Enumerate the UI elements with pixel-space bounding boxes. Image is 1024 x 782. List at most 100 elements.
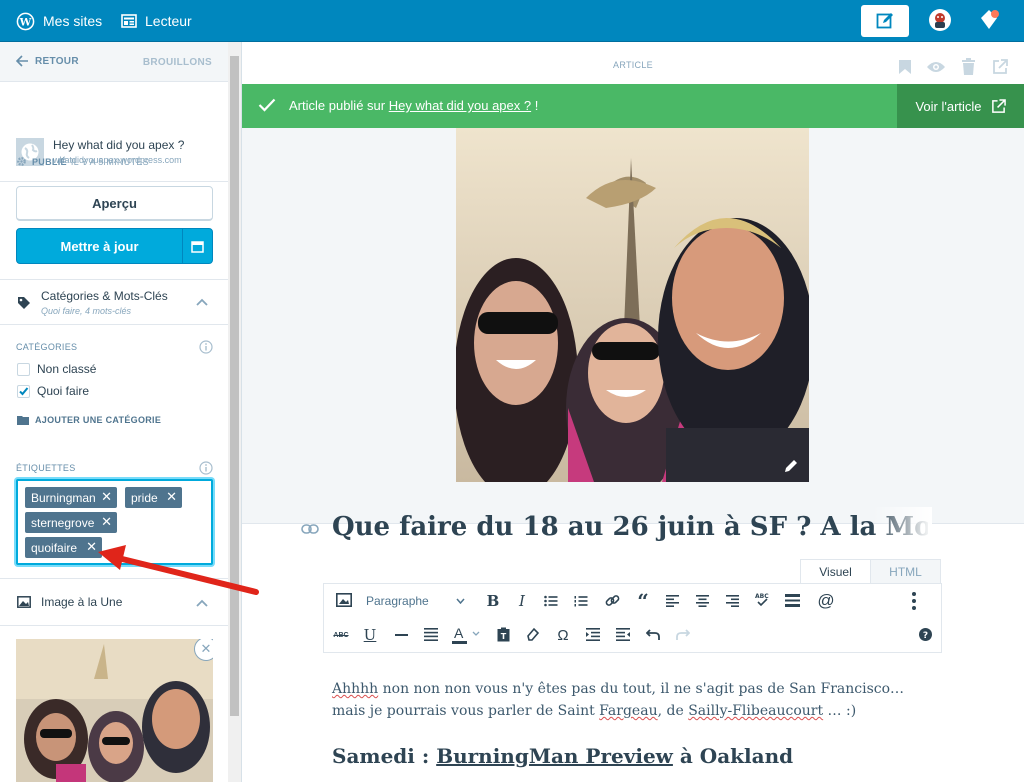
- link-icon[interactable]: [605, 593, 620, 608]
- tab-visual[interactable]: Visuel: [800, 559, 871, 585]
- align-left-icon[interactable]: [666, 595, 679, 607]
- divider: [0, 625, 228, 626]
- preview-button[interactable]: Aperçu: [16, 186, 213, 221]
- featured-photo: [456, 128, 809, 482]
- text-color-button[interactable]: A: [452, 624, 482, 646]
- underline-icon[interactable]: U: [363, 626, 377, 644]
- italic-icon[interactable]: I: [515, 592, 529, 610]
- toolbar-row-1: Paragraphe B I “ ABC @: [324, 584, 941, 618]
- checkmark-icon: [258, 98, 276, 112]
- my-sites-link[interactable]: W Mes sites: [16, 0, 102, 42]
- paste-as-text-icon[interactable]: T: [497, 627, 510, 642]
- bold-icon[interactable]: B: [486, 592, 500, 610]
- back-label: RETOUR: [35, 55, 79, 67]
- editor-sidebar: RETOUR BROUILLONS Hey what did you apex …: [0, 42, 242, 782]
- pencil-icon[interactable]: [783, 458, 799, 474]
- notifications-button[interactable]: [976, 7, 1002, 33]
- success-notice: Article publié sur Hey what did you apex…: [242, 84, 1024, 128]
- content-heading[interactable]: Samedi : BurningMan Preview à Oakland: [332, 744, 932, 768]
- calendar-icon: [191, 240, 204, 253]
- undo-icon[interactable]: [646, 628, 660, 641]
- remove-tag-icon[interactable]: ✕: [166, 489, 177, 505]
- svg-text:?: ?: [923, 631, 928, 641]
- justify-icon[interactable]: [424, 628, 438, 641]
- spellcheck-icon[interactable]: ABC: [755, 592, 770, 608]
- wordpress-logo-icon: W: [16, 12, 35, 30]
- sidebar-scrollbar-thumb[interactable]: [230, 56, 239, 716]
- heading-link[interactable]: BurningMan Preview: [436, 744, 673, 768]
- site-card[interactable]: Hey what did you apex ? whatdidyouapex.w…: [0, 82, 228, 182]
- post-title-input[interactable]: Que faire du 18 au 26 juin à SF ? A la M…: [332, 512, 928, 552]
- indent-icon[interactable]: [616, 628, 630, 641]
- remove-tag-icon[interactable]: ✕: [101, 489, 112, 505]
- svg-text:W: W: [19, 16, 32, 28]
- post-content[interactable]: Ahhhh non non non vous n'y êtes pas du t…: [332, 678, 932, 722]
- category-checkbox-non-classe[interactable]: [17, 363, 30, 376]
- notice-site-link[interactable]: Hey what did you apex ?: [389, 98, 531, 113]
- bullet-list-icon[interactable]: [544, 595, 558, 607]
- back-button[interactable]: RETOUR: [16, 55, 79, 67]
- editor-main: ARTICLE Article publié sur Hey what did …: [242, 42, 1024, 782]
- eye-icon[interactable]: [926, 61, 946, 73]
- gear-icon: [17, 157, 26, 166]
- tag-label: pride: [131, 490, 158, 505]
- help-icon[interactable]: ?: [919, 628, 932, 641]
- horizontal-rule-icon[interactable]: [395, 634, 408, 636]
- site-title: Hey what did you apex ?: [53, 138, 185, 152]
- tag-label: quoifaire: [31, 540, 78, 555]
- redo-icon[interactable]: [676, 628, 690, 641]
- user-avatar[interactable]: [927, 7, 953, 33]
- arrow-left-icon: [16, 55, 28, 67]
- bookmark-icon[interactable]: [898, 59, 912, 75]
- update-button[interactable]: Mettre à jour: [16, 228, 213, 264]
- category-label-non-classe: Non classé: [37, 362, 97, 376]
- category-label-quoi-faire: Quoi faire: [37, 384, 90, 398]
- post-status: PUBLIÉ IL Y A 5 MINUTES: [16, 156, 149, 167]
- masterbar: W Mes sites Lecteur: [0, 0, 1024, 42]
- editor-mode-tabs: Visuel HTML: [800, 559, 941, 585]
- view-post-button[interactable]: Voir l'article: [897, 84, 1024, 128]
- featured-image[interactable]: [456, 128, 809, 482]
- checkmark-icon: [19, 387, 29, 396]
- info-icon[interactable]: [199, 461, 213, 475]
- tag-token: pride ✕: [125, 487, 182, 508]
- reader-link[interactable]: Lecteur: [121, 0, 192, 42]
- chevron-down-icon: [456, 598, 465, 604]
- schedule-button[interactable]: [182, 229, 212, 263]
- write-post-button[interactable]: [861, 5, 909, 37]
- link-icon[interactable]: [301, 524, 319, 534]
- align-right-icon[interactable]: [726, 595, 739, 607]
- special-character-icon[interactable]: Ω: [556, 626, 570, 644]
- categories-accordion-header[interactable]: Catégories & Mots-Clés Quoi faire, 4 mot…: [0, 280, 228, 324]
- trash-icon[interactable]: [962, 58, 975, 75]
- chevron-up-icon: [196, 298, 208, 306]
- remove-tag-icon[interactable]: ✕: [101, 514, 112, 530]
- categories-title: Catégories & Mots-Clés: [41, 289, 168, 303]
- strikethrough-icon[interactable]: ABC: [332, 626, 350, 644]
- at-sign-icon[interactable]: @: [817, 591, 834, 610]
- outdent-icon[interactable]: [586, 628, 600, 641]
- read-more-icon[interactable]: [785, 594, 800, 607]
- clear-formatting-icon[interactable]: [526, 627, 540, 641]
- content-text: Ahhhh: [332, 681, 379, 697]
- tab-html[interactable]: HTML: [870, 559, 941, 585]
- external-link-icon[interactable]: [992, 59, 1008, 75]
- featured-image-thumbnail[interactable]: ✕: [16, 639, 213, 782]
- blockquote-icon[interactable]: “: [635, 589, 651, 613]
- image-icon: [17, 596, 31, 608]
- add-media-icon[interactable]: [336, 593, 352, 607]
- format-select[interactable]: Paragraphe: [366, 588, 470, 614]
- add-category-button[interactable]: AJOUTER UNE CATÉGORIE: [17, 415, 161, 425]
- reader-label: Lecteur: [145, 13, 192, 29]
- content-text: , de: [657, 703, 689, 719]
- toolbar-row-2: ABC U A T Ω ?: [324, 618, 941, 652]
- numbered-list-icon[interactable]: [574, 595, 588, 607]
- content-text: … :): [823, 703, 857, 719]
- info-icon[interactable]: [199, 340, 213, 354]
- more-vertical-icon[interactable]: [912, 592, 916, 610]
- align-center-icon[interactable]: [696, 595, 709, 607]
- remove-image-button[interactable]: ✕: [194, 639, 213, 661]
- notice-suffix: !: [534, 98, 539, 113]
- drafts-button[interactable]: BROUILLONS: [143, 57, 212, 68]
- category-checkbox-quoi-faire[interactable]: [17, 385, 30, 398]
